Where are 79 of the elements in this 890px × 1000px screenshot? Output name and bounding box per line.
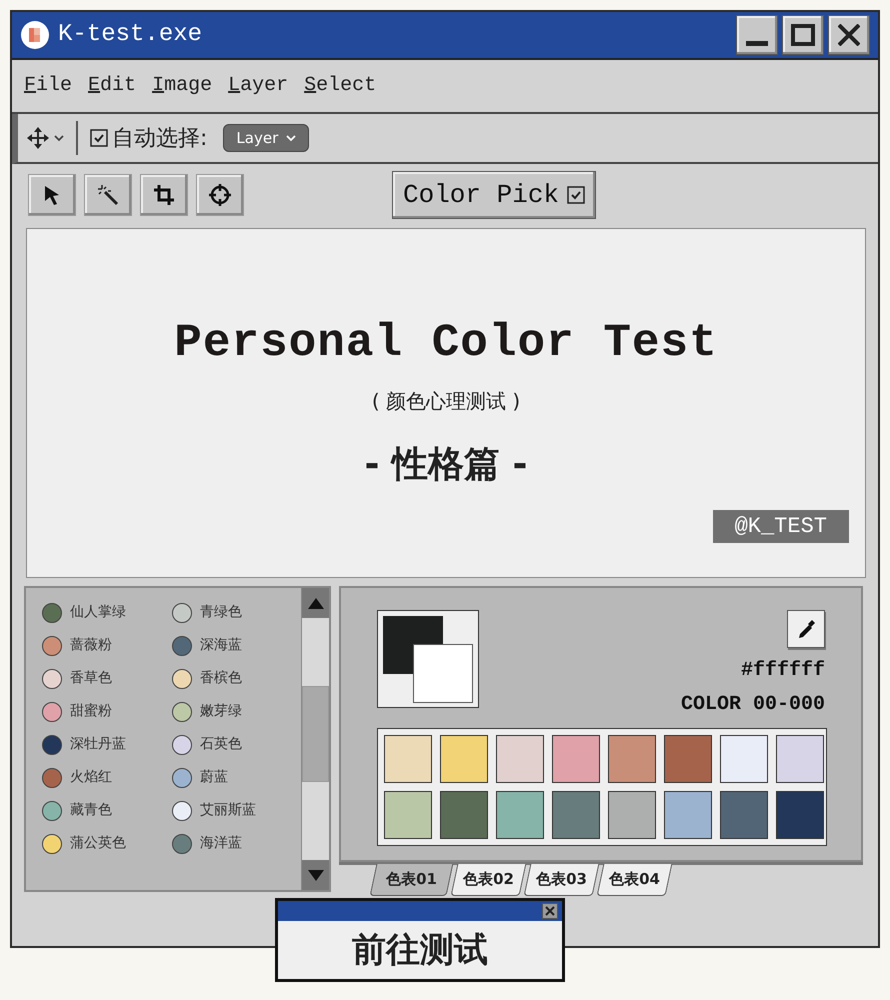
tool-button[interactable] bbox=[140, 174, 188, 216]
color-pick-button[interactable]: Color Pick bbox=[392, 171, 596, 219]
color-name: 石英色 bbox=[200, 735, 242, 754]
menu-item[interactable]: Image bbox=[148, 71, 216, 101]
minimize-button[interactable] bbox=[736, 15, 778, 55]
color-swatch[interactable] bbox=[720, 735, 768, 783]
tool-button[interactable] bbox=[84, 174, 132, 216]
palette-tab[interactable]: 色表04 bbox=[596, 864, 672, 896]
color-code: COLOR 00-000 bbox=[680, 692, 825, 718]
color-swatch[interactable] bbox=[608, 791, 656, 839]
color-name: 仙人掌绿 bbox=[70, 603, 126, 622]
hex-value: #ffffff bbox=[740, 658, 825, 684]
poster-heading: - 性格篇 - bbox=[364, 443, 528, 487]
eyedropper-button[interactable] bbox=[787, 610, 825, 648]
scroll-thumb[interactable] bbox=[302, 686, 329, 782]
color-swatch[interactable] bbox=[552, 735, 600, 783]
color-name: 藏青色 bbox=[70, 801, 112, 820]
scroll-down-button[interactable] bbox=[302, 860, 329, 890]
color-swatch[interactable] bbox=[440, 735, 488, 783]
close-button[interactable] bbox=[828, 15, 870, 55]
minimize-icon bbox=[746, 41, 768, 46]
color-name: 香槟色 bbox=[200, 669, 242, 688]
color-swatch[interactable] bbox=[776, 791, 824, 839]
start-test-button[interactable]: 前往测试 bbox=[278, 925, 562, 976]
caret-icon bbox=[286, 134, 296, 142]
move-icon bbox=[26, 126, 50, 150]
color-swatch[interactable] bbox=[608, 735, 656, 783]
close-icon bbox=[838, 24, 860, 46]
menu-item[interactable]: File bbox=[20, 71, 76, 101]
crosshair-icon bbox=[208, 183, 232, 207]
poster-subtitle: ( 颜色心理测试 ) bbox=[372, 388, 520, 415]
magic-wand-icon bbox=[96, 183, 120, 207]
color-swatch[interactable] bbox=[384, 791, 432, 839]
color-name: 蒲公英色 bbox=[70, 834, 126, 853]
maximize-button[interactable] bbox=[782, 15, 824, 55]
color-name: 深牡丹蓝 bbox=[70, 735, 126, 754]
close-button[interactable] bbox=[542, 903, 558, 919]
color-name: 蔷薇粉 bbox=[70, 636, 112, 655]
color-name: 甜蜜粉 bbox=[70, 702, 112, 721]
color-name: 青绿色 bbox=[200, 603, 242, 622]
color-name: 香草色 bbox=[70, 669, 112, 688]
auto-select-label: 自动选择: bbox=[112, 124, 208, 152]
tool-button[interactable] bbox=[196, 174, 244, 216]
color-name: 火焰红 bbox=[70, 768, 112, 787]
app-logo-icon bbox=[20, 20, 50, 50]
palette-tab[interactable]: 色表01 bbox=[370, 864, 454, 896]
maximize-icon bbox=[791, 24, 815, 46]
author-tag: @K_TEST bbox=[712, 510, 849, 543]
palette-tab[interactable]: 色表03 bbox=[523, 864, 599, 896]
checkbox-icon[interactable] bbox=[90, 129, 108, 147]
color-name: 深海蓝 bbox=[200, 636, 242, 655]
palette-tab[interactable]: 色表02 bbox=[450, 864, 526, 896]
down-arrow-icon bbox=[306, 867, 326, 883]
color-swatch[interactable] bbox=[720, 791, 768, 839]
close-icon bbox=[544, 905, 556, 917]
move-tool-button[interactable] bbox=[26, 126, 64, 150]
window-title: K-test.exe bbox=[58, 20, 202, 50]
color-name: 蔚蓝 bbox=[200, 768, 228, 787]
color-swatch[interactable] bbox=[776, 735, 824, 783]
color-swatch[interactable] bbox=[384, 735, 432, 783]
color-name: 海洋蓝 bbox=[200, 834, 242, 853]
caret-icon bbox=[54, 134, 64, 142]
color-swatch[interactable] bbox=[664, 735, 712, 783]
color-swatch[interactable] bbox=[496, 735, 544, 783]
layer-dropdown[interactable]: Layer bbox=[223, 124, 310, 152]
color-swatch[interactable] bbox=[440, 791, 488, 839]
menu-item[interactable]: Layer bbox=[224, 71, 292, 101]
color-swatch[interactable] bbox=[552, 791, 600, 839]
poster-title: Personal Color Test bbox=[174, 316, 718, 371]
color-name: 嫩芽绿 bbox=[200, 702, 242, 721]
color-name: 艾丽斯蓝 bbox=[200, 801, 256, 820]
menu-item[interactable]: Select bbox=[300, 71, 380, 101]
color-swatch[interactable] bbox=[496, 791, 544, 839]
tool-button[interactable] bbox=[28, 174, 76, 216]
crop-icon bbox=[152, 183, 176, 207]
color-swatch[interactable] bbox=[664, 791, 712, 839]
scroll-up-button[interactable] bbox=[302, 588, 329, 618]
menu-item[interactable]: Edit bbox=[84, 71, 140, 101]
checkbox-icon[interactable] bbox=[567, 186, 586, 204]
